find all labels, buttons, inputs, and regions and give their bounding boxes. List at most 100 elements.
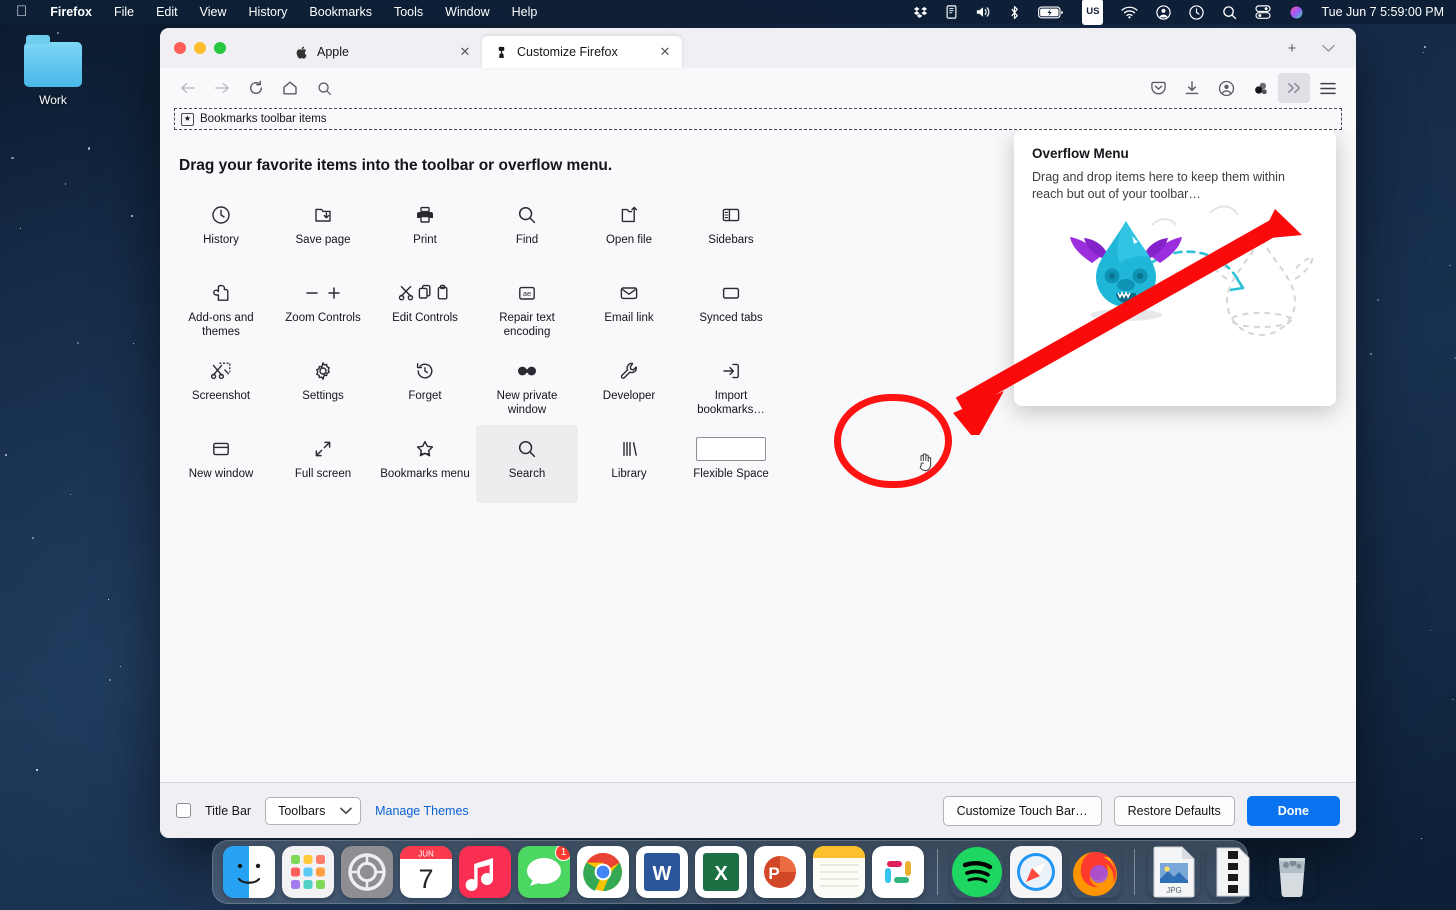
reader-icon[interactable] — [937, 5, 966, 19]
palette-item-import-bookmarks[interactable]: Import bookmarks… — [680, 347, 782, 425]
control-center-icon[interactable] — [1246, 5, 1280, 19]
apple-icon[interactable]:  — [10, 0, 39, 24]
home-button[interactable] — [274, 73, 306, 103]
menu-item-file[interactable]: File — [103, 0, 145, 24]
menu-item-view[interactable]: View — [189, 0, 238, 24]
pocket-icon[interactable] — [1142, 73, 1174, 103]
wifi-icon[interactable] — [1112, 6, 1147, 19]
tab-customize-firefox[interactable]: Customize Firefox ✕ — [482, 36, 682, 68]
minimize-window-button[interactable] — [194, 42, 206, 54]
palette-item-full-screen[interactable]: Full screen — [272, 425, 374, 503]
palette-item-edit-controls[interactable]: Edit Controls — [374, 269, 476, 347]
palette-item-email-link[interactable]: Email link — [578, 269, 680, 347]
back-button[interactable] — [172, 73, 204, 103]
close-tab-button[interactable]: ✕ — [456, 44, 474, 60]
menu-item-firefox[interactable]: Firefox — [39, 0, 103, 24]
title-bar-checkbox[interactable] — [176, 803, 191, 818]
list-all-tabs-button[interactable] — [1312, 34, 1344, 62]
search-icon[interactable] — [308, 73, 340, 103]
palette-item-settings[interactable]: Settings — [272, 347, 374, 425]
apple-favicon — [294, 45, 309, 60]
new-window-icon — [211, 436, 231, 462]
dock-item-slack[interactable] — [872, 846, 924, 898]
download-icon[interactable] — [1176, 73, 1208, 103]
palette-item-flexible-space[interactable]: Flexible Space — [680, 425, 782, 503]
palette-item-label: Save page — [277, 233, 369, 247]
title-bar-label: Title Bar — [205, 804, 251, 818]
dock-item-launchpad[interactable] — [282, 846, 334, 898]
dock-item-finder[interactable] — [223, 846, 275, 898]
menu-item-history[interactable]: History — [238, 0, 299, 24]
menu-item-bookmarks[interactable]: Bookmarks — [298, 0, 383, 24]
palette-item-library[interactable]: Library — [578, 425, 680, 503]
tab-apple[interactable]: Apple ✕ — [282, 36, 482, 68]
volume-icon[interactable] — [966, 5, 1000, 19]
siri-icon[interactable] — [1280, 5, 1313, 20]
menu-item-edit[interactable]: Edit — [145, 0, 189, 24]
menu-item-help[interactable]: Help — [501, 0, 549, 24]
dock-item-downloads-stack[interactable] — [1207, 846, 1259, 898]
palette-item-forget[interactable]: Forget — [374, 347, 476, 425]
close-window-button[interactable] — [174, 42, 186, 54]
dock-item-music[interactable] — [459, 846, 511, 898]
done-button[interactable]: Done — [1247, 796, 1340, 826]
dock-item-chrome[interactable] — [577, 846, 629, 898]
palette-item-add-ons-and-themes[interactable]: Add-ons and themes — [170, 269, 272, 347]
toolbars-select[interactable]: Toolbars — [265, 797, 361, 825]
palette-item-bookmarks-menu[interactable]: Bookmarks menu — [374, 425, 476, 503]
palette-item-developer[interactable]: Developer — [578, 347, 680, 425]
palette-item-search[interactable]: Search — [476, 425, 578, 503]
dock-item-safari[interactable] — [1010, 846, 1062, 898]
menu-item-tools[interactable]: Tools — [383, 0, 434, 24]
overflow-menu-button[interactable] — [1278, 73, 1310, 103]
printer-icon — [415, 202, 435, 228]
close-tab-button[interactable]: ✕ — [656, 44, 674, 60]
spotlight-search-icon[interactable] — [1213, 5, 1246, 20]
app-menu-button[interactable] — [1312, 73, 1344, 103]
overflow-menu-panel[interactable]: Overflow Menu Drag and drop items here t… — [1014, 130, 1336, 406]
palette-item-new-private-window[interactable]: New private window — [476, 347, 578, 425]
timemachine-icon[interactable] — [1180, 5, 1213, 20]
dock-item-system-preferences[interactable] — [341, 846, 393, 898]
reload-button[interactable] — [240, 73, 272, 103]
menu-item-window[interactable]: Window — [434, 0, 500, 24]
extensions-icon[interactable] — [1244, 73, 1276, 103]
desktop-icon-work[interactable]: Work — [22, 42, 84, 107]
palette-item-save-page[interactable]: Save page — [272, 191, 374, 269]
battery-charging-icon[interactable] — [1029, 6, 1073, 19]
dock-item-spotify[interactable] — [951, 846, 1003, 898]
account-icon[interactable] — [1210, 73, 1242, 103]
dock-item-notes[interactable] — [813, 846, 865, 898]
dock-item-calendar[interactable]: JUN7 — [400, 846, 452, 898]
input-source-indicator[interactable]: US — [1073, 0, 1112, 25]
palette-item-history[interactable]: History — [170, 191, 272, 269]
dock-item-excel[interactable]: X — [695, 846, 747, 898]
palette-item-sidebars[interactable]: Sidebars — [680, 191, 782, 269]
palette-item-open-file[interactable]: Open file — [578, 191, 680, 269]
palette-item-zoom-controls[interactable]: Zoom Controls — [272, 269, 374, 347]
tab-strip-actions: + — [1276, 28, 1356, 68]
dropbox-icon[interactable] — [904, 5, 937, 20]
palette-item-print[interactable]: Print — [374, 191, 476, 269]
new-tab-button[interactable]: + — [1276, 34, 1308, 62]
palette-item-repair-text-encoding[interactable]: aeRepair text encoding — [476, 269, 578, 347]
bookmarks-toolbar-items[interactable]: ★ Bookmarks toolbar items — [174, 108, 1342, 130]
palette-item-synced-tabs[interactable]: Synced tabs — [680, 269, 782, 347]
dock-item-word[interactable]: W — [636, 846, 688, 898]
palette-item-screenshot[interactable]: Screenshot — [170, 347, 272, 425]
manage-themes-link[interactable]: Manage Themes — [375, 804, 469, 818]
dock-item-trash[interactable] — [1266, 846, 1318, 898]
dock-item-jpg-file[interactable]: JPG — [1148, 846, 1200, 898]
account-icon[interactable] — [1147, 5, 1180, 20]
menu-bar-clock[interactable]: Tue Jun 7 5:59:00 PM — [1313, 5, 1444, 19]
forward-button[interactable] — [206, 73, 238, 103]
maximize-window-button[interactable] — [214, 42, 226, 54]
restore-defaults-button[interactable]: Restore Defaults — [1114, 796, 1235, 826]
bluetooth-icon[interactable] — [1000, 5, 1029, 20]
palette-item-find[interactable]: Find — [476, 191, 578, 269]
dock-item-messages[interactable]: 1 — [518, 846, 570, 898]
customize-touch-bar-button[interactable]: Customize Touch Bar… — [943, 796, 1102, 826]
palette-item-new-window[interactable]: New window — [170, 425, 272, 503]
dock-item-powerpoint[interactable]: P — [754, 846, 806, 898]
dock-item-firefox[interactable] — [1069, 846, 1121, 898]
